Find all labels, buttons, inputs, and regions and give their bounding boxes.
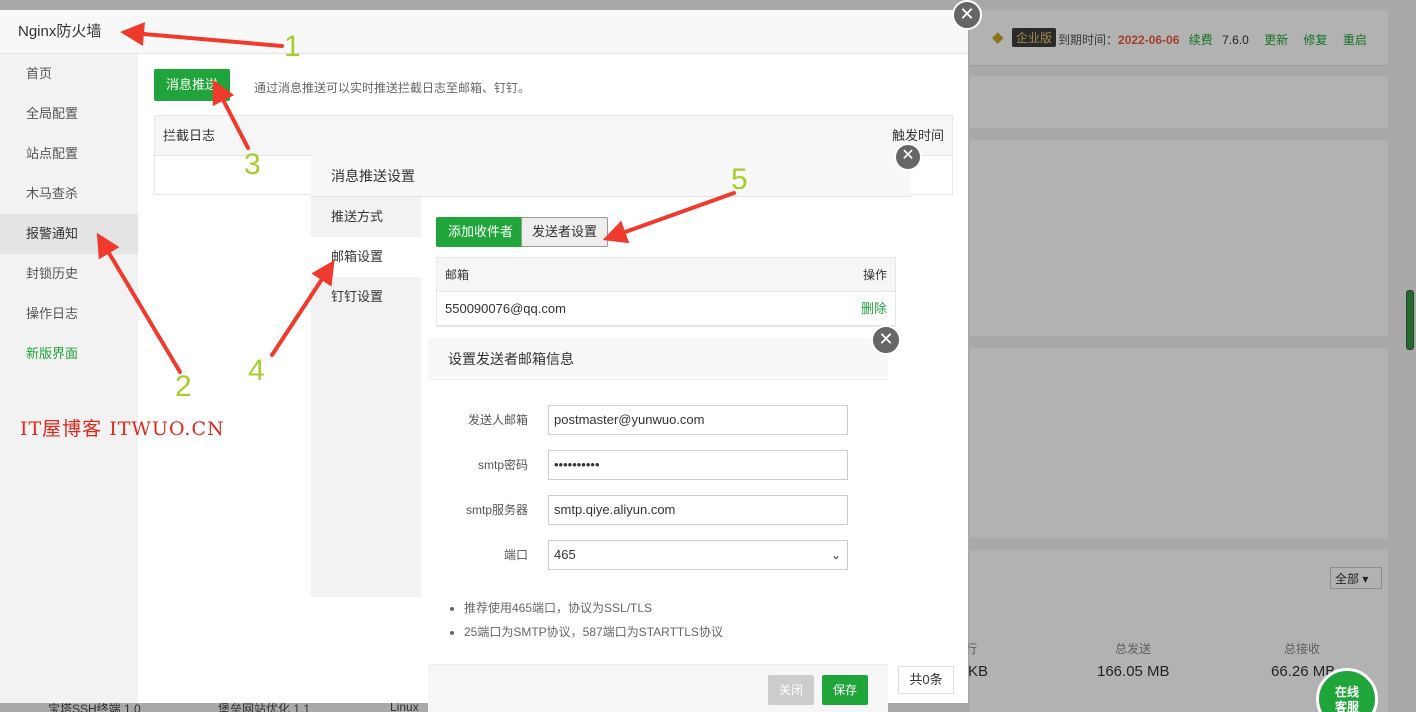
annotation-number: 5 bbox=[731, 163, 748, 196]
sender-email-dialog: 设置发送者邮箱信息 发送人邮箱 postmaster@yunwuo.com sm… bbox=[428, 338, 888, 712]
tab-push-method[interactable]: 推送方式 bbox=[311, 197, 421, 237]
table-row: 550090076@qq.com 删除 bbox=[437, 292, 895, 326]
sidebar-item-global-config[interactable]: 全局配置 bbox=[0, 94, 138, 134]
field-label: smtp服务器 bbox=[465, 503, 528, 517]
tip-item: 25端口为SMTP协议，587端口为STARTTLS协议 bbox=[464, 620, 723, 644]
sender-email-input[interactable]: postmaster@yunwuo.com bbox=[548, 405, 848, 435]
dialog-title: 消息推送设置 bbox=[311, 155, 911, 197]
settings-tabs: 推送方式 邮箱设置 钉钉设置 bbox=[311, 197, 421, 597]
watermark: IT屋博客 ITWUO.CN bbox=[20, 418, 225, 440]
tab-email-settings[interactable]: 邮箱设置 bbox=[311, 237, 421, 277]
add-recipient-button[interactable]: 添加收件者 bbox=[436, 217, 526, 247]
annotation-number: 2 bbox=[175, 370, 192, 403]
tips-list: 推荐使用465端口，协议为SSL/TLS 25端口为SMTP协议，587端口为S… bbox=[450, 596, 723, 644]
sidebar-item-block-history[interactable]: 封锁历史 bbox=[0, 254, 138, 294]
sender-settings-button[interactable]: 发送者设置 bbox=[521, 217, 609, 247]
port-row: 端口 465 ⌄ bbox=[428, 540, 888, 570]
pager-count: 共0条 bbox=[898, 666, 954, 694]
sidebar-item-trojan-scan[interactable]: 木马查杀 bbox=[0, 174, 138, 214]
dialog-title: 设置发送者邮箱信息 bbox=[428, 338, 888, 380]
sidebar-item-alert-notify[interactable]: 报警通知 bbox=[0, 214, 138, 254]
smtp-server-row: smtp服务器 smtp.qiye.aliyun.com bbox=[428, 495, 888, 525]
table-header: 邮箱 操作 bbox=[437, 258, 895, 292]
close-icon[interactable]: ✕ bbox=[952, 0, 982, 30]
column-header: 拦截日志 bbox=[163, 128, 216, 143]
tip-item: 推荐使用465端口，协议为SSL/TLS bbox=[464, 596, 723, 620]
table-header: 拦截日志 触发时间 bbox=[155, 116, 952, 156]
chevron-down-icon: ⌄ bbox=[830, 548, 841, 562]
tab-dingtalk-settings[interactable]: 钉钉设置 bbox=[311, 277, 421, 317]
sidebar-item-new-ui[interactable]: 新版界面 bbox=[0, 334, 138, 374]
sidebar-item-site-config[interactable]: 站点配置 bbox=[0, 134, 138, 174]
annotation-number: 1 bbox=[284, 30, 301, 63]
field-label: 端口 bbox=[503, 548, 528, 562]
sidebar-item-home[interactable]: 首页 bbox=[0, 54, 138, 94]
sidebar-item-operation-log[interactable]: 操作日志 bbox=[0, 294, 138, 334]
smtp-password-row: smtp密码 •••••••••• bbox=[428, 450, 888, 480]
message-push-button[interactable]: 消息推送 bbox=[154, 69, 231, 101]
annotation-number: 4 bbox=[248, 354, 265, 387]
field-label: 发送人邮箱 bbox=[467, 413, 528, 427]
push-description: 通过消息推送可以实时推送拦截日志至邮箱、钉钉。 bbox=[254, 81, 531, 95]
close-icon[interactable]: ✕ bbox=[894, 143, 922, 171]
recipient-table: 邮箱 操作 550090076@qq.com 删除 bbox=[436, 257, 896, 327]
annotation-number: 3 bbox=[244, 148, 261, 181]
window-title: Nginx防火墙 bbox=[0, 10, 968, 54]
recipient-email: 550090076@qq.com bbox=[445, 301, 566, 316]
smtp-password-input[interactable]: •••••••••• bbox=[548, 450, 848, 480]
save-button[interactable]: 保存 bbox=[822, 675, 868, 705]
field-label: smtp密码 bbox=[477, 458, 528, 472]
close-button[interactable]: 关闭 bbox=[768, 675, 814, 705]
firewall-sidebar: 首页 全局配置 站点配置 木马查杀 报警通知 封锁历史 操作日志 新版界面 bbox=[0, 54, 138, 703]
port-select[interactable]: 465 ⌄ bbox=[548, 540, 848, 570]
delete-link[interactable]: 删除 bbox=[861, 292, 887, 325]
sender-email-row: 发送人邮箱 postmaster@yunwuo.com bbox=[428, 405, 888, 435]
dialog-footer: 关闭 保存 bbox=[428, 664, 888, 712]
smtp-server-input[interactable]: smtp.qiye.aliyun.com bbox=[548, 495, 848, 525]
close-icon[interactable]: ✕ bbox=[871, 325, 901, 355]
